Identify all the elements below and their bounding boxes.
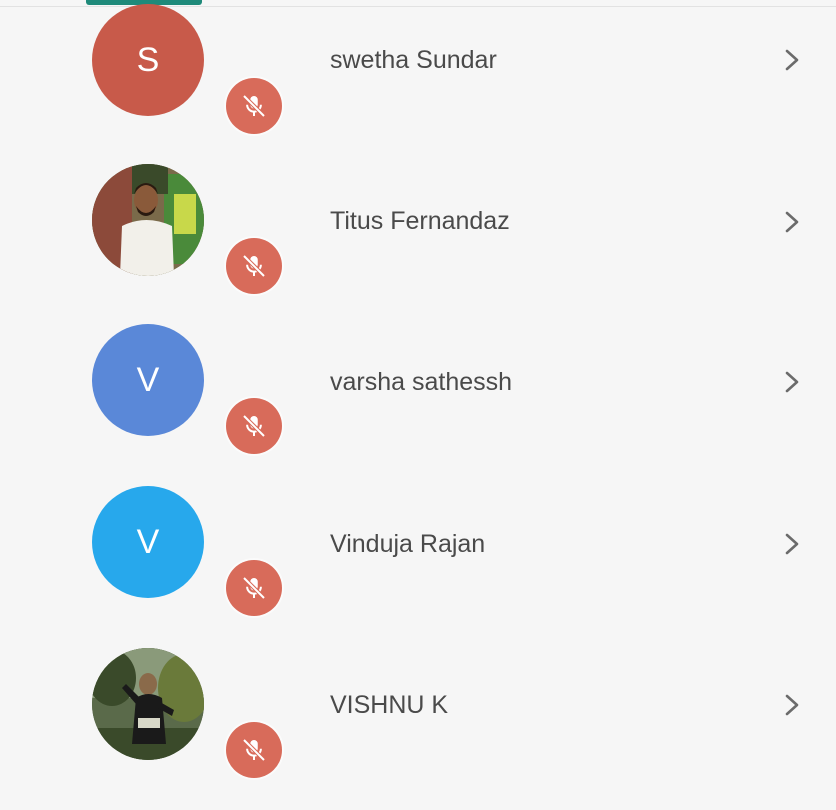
participant-row[interactable]: V varsha sathessh [0,324,836,486]
mic-off-icon [226,722,282,778]
chevron-right-icon[interactable] [780,45,804,75]
participant-photo [92,648,204,760]
chevron-right-icon[interactable] [780,529,804,559]
participant-row[interactable]: Titus Fernandaz [0,162,836,324]
avatar-initial: S [136,41,160,79]
participant-name: swetha Sundar [330,46,497,74]
participant-name: Vinduja Rajan [330,530,486,558]
mic-off-icon [226,560,282,616]
participant-avatar: V [92,486,204,598]
mic-off-icon [226,78,282,134]
avatar-initial: V [136,361,160,399]
participant-name: VISHNU K [330,691,449,719]
chevron-right-icon[interactable] [780,367,804,397]
avatar-initial: V [136,523,160,561]
participant-list: S swetha Sundar Titus Fernandaz V varsha… [0,0,836,794]
participant-photo [92,164,204,276]
participant-avatar: S [92,4,204,116]
chevron-right-icon[interactable] [780,207,804,237]
participant-row[interactable]: V Vinduja Rajan [0,486,836,648]
participant-name: Titus Fernandaz [330,207,510,235]
participant-avatar: V [92,324,204,436]
participant-row[interactable]: S swetha Sundar [0,0,836,162]
mic-off-icon [226,398,282,454]
mic-off-icon [226,238,282,294]
chevron-right-icon[interactable] [780,690,804,720]
participant-row[interactable]: VISHNU K [0,648,836,810]
participant-name: varsha sathessh [330,368,513,396]
